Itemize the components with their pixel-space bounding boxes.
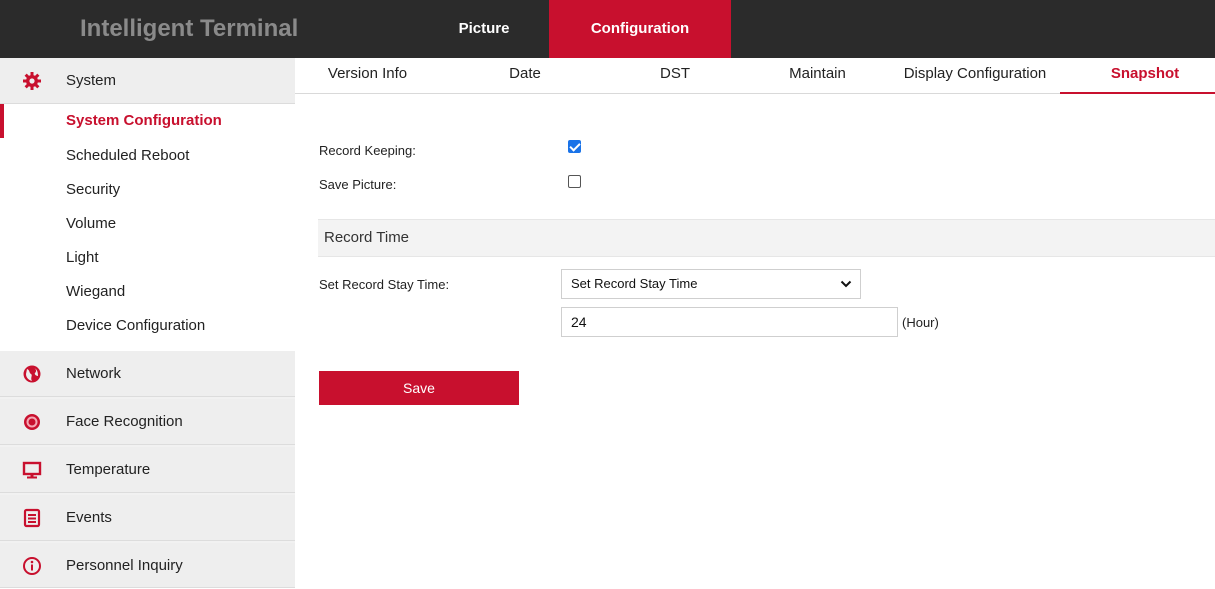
hour-unit-label: (Hour) <box>902 315 939 330</box>
sidebar-section-network[interactable]: Network <box>0 351 295 397</box>
sidebar-section-face-recognition[interactable]: Face Recognition <box>0 399 295 445</box>
record-keeping-label: Record Keeping: <box>319 143 416 158</box>
tab-maintain[interactable]: Maintain <box>770 58 865 94</box>
save-picture-checkbox[interactable] <box>568 175 581 188</box>
stay-time-select[interactable]: Set Record Stay Time <box>561 269 861 299</box>
info-icon <box>23 557 41 575</box>
chevron-down-icon <box>840 280 852 288</box>
gear-icon <box>23 72 41 90</box>
monitor-icon <box>22 461 42 479</box>
config-tabs: Version Info Date DST Maintain Display C… <box>295 58 1215 94</box>
sidebar-section-label: System <box>66 72 117 89</box>
tab-dst[interactable]: DST <box>635 58 715 94</box>
sidebar-section-label: Personnel Inquiry <box>66 557 183 574</box>
sidebar-section-label: Events <box>66 509 112 526</box>
top-bar: Intelligent Terminal Picture Configurati… <box>0 0 1215 58</box>
system-submenu: System Configuration Scheduled Reboot Se… <box>0 104 295 351</box>
sidebar: System System Configuration Scheduled Re… <box>0 58 295 588</box>
sidebar-item-label: System Configuration <box>66 112 222 129</box>
save-button[interactable]: Save <box>319 371 519 405</box>
topnav-picture[interactable]: Picture <box>419 0 549 58</box>
target-icon <box>24 414 40 430</box>
sidebar-item-security[interactable]: Security <box>0 173 295 207</box>
sidebar-item-light[interactable]: Light <box>0 241 295 275</box>
tab-version-info[interactable]: Version Info <box>305 58 430 94</box>
record-keeping-checkbox[interactable] <box>568 140 581 153</box>
tab-date[interactable]: Date <box>490 58 560 94</box>
globe-icon <box>23 365 41 383</box>
sidebar-section-temperature[interactable]: Temperature <box>0 447 295 493</box>
sidebar-item-wiegand[interactable]: Wiegand <box>0 275 295 309</box>
sidebar-item-scheduled-reboot[interactable]: Scheduled Reboot <box>0 139 295 173</box>
sidebar-section-events[interactable]: Events <box>0 495 295 541</box>
sidebar-section-personnel-inquiry[interactable]: Personnel Inquiry <box>0 543 295 588</box>
sidebar-item-device-configuration[interactable]: Device Configuration <box>0 309 295 343</box>
save-picture-label: Save Picture: <box>319 177 397 192</box>
sidebar-section-label: Network <box>66 365 122 382</box>
sidebar-section-label: Temperature <box>66 461 151 478</box>
stay-time-select-value: Set Record Stay Time <box>571 276 698 291</box>
record-time-section-title: Record Time <box>318 219 1215 257</box>
topnav-configuration[interactable]: Configuration <box>549 0 731 58</box>
tab-snapshot[interactable]: Snapshot <box>1060 58 1215 94</box>
sidebar-section-label: Face Recognition <box>66 413 183 430</box>
sidebar-item-system-configuration[interactable]: System Configuration <box>0 104 295 138</box>
sidebar-item-volume[interactable]: Volume <box>0 207 295 241</box>
stay-time-hours-input[interactable] <box>561 307 898 337</box>
app-title: Intelligent Terminal <box>80 15 299 42</box>
tab-display-configuration[interactable]: Display Configuration <box>890 58 1060 94</box>
sidebar-section-system[interactable]: System <box>0 58 295 104</box>
list-icon <box>23 508 41 528</box>
stay-time-label: Set Record Stay Time: <box>319 277 450 292</box>
